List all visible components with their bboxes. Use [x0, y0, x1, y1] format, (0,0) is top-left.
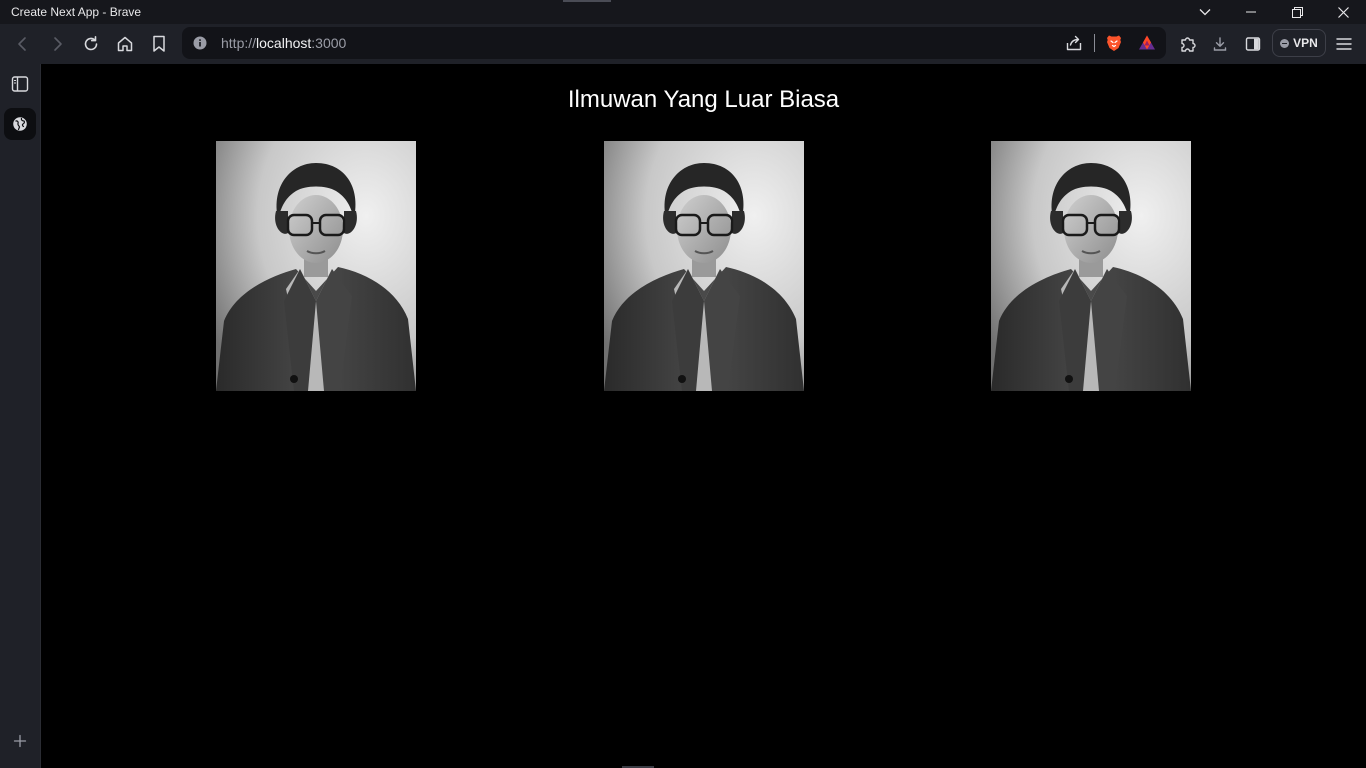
- browser-sidebar: [0, 64, 41, 768]
- bookmark-icon[interactable]: [147, 32, 171, 56]
- vpn-label: VPN: [1293, 36, 1318, 50]
- url-port: :3000: [311, 35, 347, 51]
- scientist-photo: [216, 141, 416, 391]
- puzzle-icon[interactable]: [1176, 32, 1200, 56]
- hamburger-menu-icon[interactable]: [1332, 32, 1356, 56]
- sidebar-globe-icon[interactable]: [4, 108, 36, 140]
- scientist-photo: [604, 141, 804, 391]
- vpn-button[interactable]: VPN: [1272, 29, 1326, 57]
- scientist-photo: [991, 141, 1191, 391]
- url-text[interactable]: http://localhost:3000: [221, 35, 346, 51]
- window-titlebar: Create Next App - Brave: [0, 0, 1366, 24]
- arrow-right-icon[interactable]: [45, 32, 69, 56]
- close-button[interactable]: [1320, 0, 1366, 24]
- bat-triangle-icon[interactable]: [1137, 33, 1157, 53]
- sidebar-add-icon[interactable]: [4, 725, 36, 757]
- vpn-status-icon: [1280, 38, 1290, 48]
- share-icon[interactable]: [1064, 33, 1084, 53]
- download-icon[interactable]: [1208, 32, 1232, 56]
- url-scheme: http://: [221, 35, 257, 51]
- brave-lion-icon[interactable]: [1104, 33, 1124, 53]
- sidebar-panel-icon[interactable]: [4, 68, 36, 100]
- info-icon[interactable]: [192, 35, 208, 51]
- address-bar[interactable]: http://localhost:3000: [182, 27, 1166, 59]
- minimize-button[interactable]: [1228, 0, 1274, 24]
- omnibox-separator: [1094, 34, 1095, 52]
- arrow-left-icon[interactable]: [11, 32, 35, 56]
- page-content: Ilmuwan Yang Luar Biasa: [41, 64, 1366, 768]
- reload-icon[interactable]: [79, 32, 103, 56]
- url-host: localhost: [256, 35, 312, 51]
- tab-search-chevron-icon[interactable]: [1182, 0, 1228, 24]
- home-icon[interactable]: [113, 32, 137, 56]
- tab-strip-indicator: [563, 0, 611, 2]
- sidepanel-icon[interactable]: [1241, 32, 1265, 56]
- window-title: Create Next App - Brave: [11, 5, 142, 19]
- page-heading: Ilmuwan Yang Luar Biasa: [567, 86, 840, 113]
- restore-button[interactable]: [1274, 0, 1320, 24]
